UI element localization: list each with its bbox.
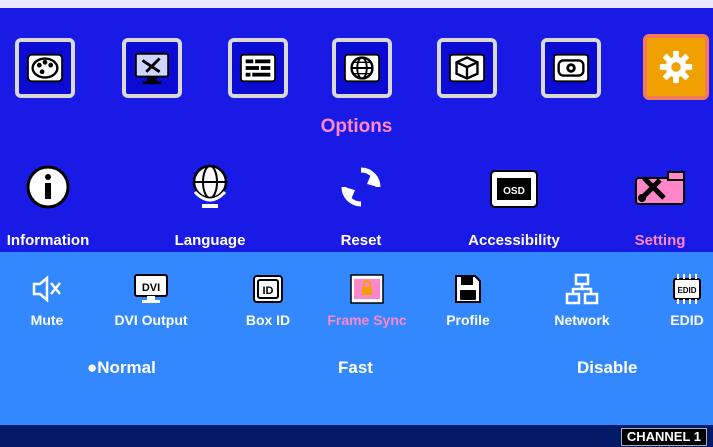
submenu-label-network: Network xyxy=(554,312,610,328)
palette-icon xyxy=(26,53,64,83)
tab-network[interactable] xyxy=(332,38,392,98)
submenu-item-network[interactable]: Network xyxy=(532,272,632,328)
submenu-label-box-id: Box ID xyxy=(245,312,291,328)
setting-tools-icon xyxy=(635,171,685,205)
network-icon xyxy=(565,273,599,305)
edid-chip-icon: EDID xyxy=(673,274,701,304)
menu-label-information: Information xyxy=(6,232,90,249)
floppy-disk-icon xyxy=(455,275,481,303)
menu-item-language[interactable]: Language xyxy=(150,160,270,249)
gear-icon xyxy=(659,50,693,84)
tab-color[interactable] xyxy=(15,38,75,98)
submenu-label-profile: Profile xyxy=(446,312,490,328)
svg-text:ID: ID xyxy=(263,285,274,297)
tab-display[interactable] xyxy=(122,38,182,98)
frame-lock-icon xyxy=(350,274,384,304)
tab-projector[interactable] xyxy=(541,38,601,98)
tab-3d[interactable] xyxy=(437,38,497,98)
id-icon: ID xyxy=(253,275,283,303)
submenu-label-edid: EDID xyxy=(670,312,704,328)
tab-options[interactable] xyxy=(643,34,709,100)
submenu-item-profile[interactable]: Profile xyxy=(418,272,518,328)
top-strip xyxy=(0,0,713,8)
option-normal[interactable]: ●Normal xyxy=(87,358,156,378)
tab-adjust[interactable] xyxy=(228,38,288,98)
submenu-item-frame-sync[interactable]: Frame Sync xyxy=(317,272,417,328)
option-fast[interactable]: Fast xyxy=(338,358,373,378)
submenu-item-dvi-output[interactable]: DVI DVI Output xyxy=(101,272,201,328)
osd-icon: OSD xyxy=(490,170,538,208)
globe-icon xyxy=(343,53,381,83)
globe-stand-icon xyxy=(192,164,228,208)
submenu-item-box-id[interactable]: ID Box ID xyxy=(218,272,318,328)
submenu-label-dvi-output: DVI Output xyxy=(114,312,188,328)
dvi-monitor-icon: DVI xyxy=(134,274,168,303)
submenu-label-frame-sync: Frame Sync xyxy=(327,312,407,328)
reset-icon xyxy=(341,167,381,207)
cube-3d-icon xyxy=(448,53,486,83)
menu-label-accessibility: Accessibility xyxy=(468,232,560,249)
options-menu: Information Language Reset OSD Accessibi… xyxy=(0,160,713,250)
monitor-tools-icon xyxy=(134,52,170,85)
menu-label-setting: Setting xyxy=(634,232,686,249)
submenu-item-mute[interactable]: Mute xyxy=(0,272,97,328)
section-title: Options xyxy=(320,116,393,137)
menu-item-setting[interactable]: Setting xyxy=(600,160,713,249)
menu-label-language: Language xyxy=(174,232,246,249)
submenu-label-mute: Mute xyxy=(30,312,64,328)
option-disable[interactable]: Disable xyxy=(577,358,637,378)
menu-label-reset: Reset xyxy=(340,232,382,249)
speaker-mute-icon xyxy=(32,275,61,303)
status-bar: CHANNEL 1 xyxy=(0,425,713,447)
menu-item-accessibility[interactable]: OSD Accessibility xyxy=(454,160,574,249)
svg-text:OSD: OSD xyxy=(503,186,525,197)
equalizer-icon xyxy=(239,53,277,83)
menu-item-information[interactable]: Information xyxy=(0,160,108,249)
submenu-item-edid[interactable]: EDID EDID xyxy=(637,272,713,328)
projector-icon xyxy=(552,53,590,83)
channel-indicator: CHANNEL 1 xyxy=(620,428,707,446)
svg-text:DVI: DVI xyxy=(142,282,160,294)
info-icon xyxy=(26,165,70,209)
svg-text:EDID: EDID xyxy=(677,286,696,295)
menu-item-reset[interactable]: Reset xyxy=(301,160,421,249)
main-tab-bar xyxy=(0,34,713,112)
setting-submenu: Mute DVI DVI Output ID Box ID Frame Sync… xyxy=(0,252,713,425)
osd-screen: Options Information Language Reset OSD A… xyxy=(0,0,713,447)
